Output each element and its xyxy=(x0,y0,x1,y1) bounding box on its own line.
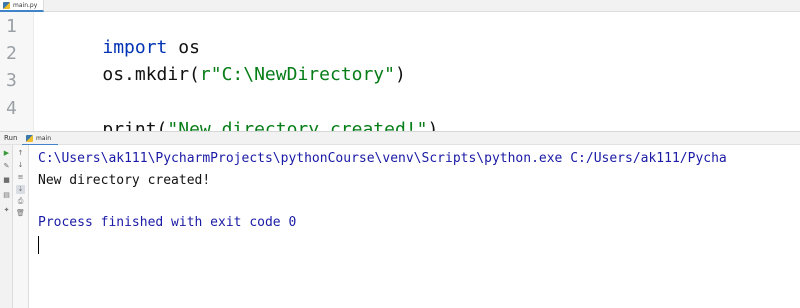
scroll-to-end-icon[interactable]: ⇣ xyxy=(16,185,25,194)
print-icon[interactable]: ⎙ xyxy=(16,197,25,206)
up-arrow-icon[interactable]: ↑ xyxy=(16,149,25,158)
code-token: os.mkdir( xyxy=(102,64,200,85)
console-command-line[interactable]: C:\Users\ak111\PycharmProjects\pythonCou… xyxy=(38,151,727,166)
run-console[interactable]: C:\Users\ak111\PycharmProjects\pythonCou… xyxy=(29,145,800,308)
line-number-gutter: 1 2 3 4 xyxy=(0,12,34,131)
code-token: r"C:\NewDirectory" xyxy=(199,64,395,85)
run-window-title: Run xyxy=(4,134,18,142)
python-file-icon xyxy=(26,134,33,142)
trash-icon[interactable]: 🗑 xyxy=(16,209,25,218)
down-arrow-icon[interactable]: ↓ xyxy=(16,161,25,170)
tab-label: main.py xyxy=(13,1,38,9)
text-caret xyxy=(38,236,39,254)
editor-tab-bar: main.py xyxy=(0,0,800,12)
line-number: 1 xyxy=(6,16,17,37)
play-icon[interactable]: ▶ xyxy=(2,149,11,158)
code-line-2[interactable]: os.mkdir(r"C:\NewDirectory") xyxy=(59,43,406,106)
pin-icon[interactable]: ✦ xyxy=(2,206,11,215)
line-number: 2 xyxy=(6,43,17,64)
code-token: ) xyxy=(394,64,406,85)
wrap-icon[interactable]: ≡ xyxy=(16,173,25,182)
layout-icon[interactable]: ▤ xyxy=(2,191,11,200)
run-toolbar-secondary: ↑ ↓ ≡ ⇣ ⎙ 🗑 xyxy=(13,145,29,308)
console-output-line: New directory created! xyxy=(38,173,211,188)
console-exit-message: Process finished with exit code 0 xyxy=(38,215,297,230)
run-tab-label: main xyxy=(36,134,51,142)
run-toolbar-primary: ▶ ✎ ■ ▤ ✦ xyxy=(0,145,13,308)
python-file-icon xyxy=(3,1,10,9)
run-tab-main[interactable]: main xyxy=(22,132,58,146)
tab-main-py[interactable]: main.py xyxy=(0,0,44,12)
line-number: 4 xyxy=(6,98,17,119)
code-editor[interactable]: 1 2 3 4 import os os.mkdir(r"C:\NewDirec… xyxy=(0,12,800,140)
wrench-icon[interactable]: ✎ xyxy=(2,162,11,171)
line-number: 3 xyxy=(6,70,17,91)
stop-icon[interactable]: ■ xyxy=(2,176,11,185)
run-tool-window-header: Run main xyxy=(0,131,800,146)
